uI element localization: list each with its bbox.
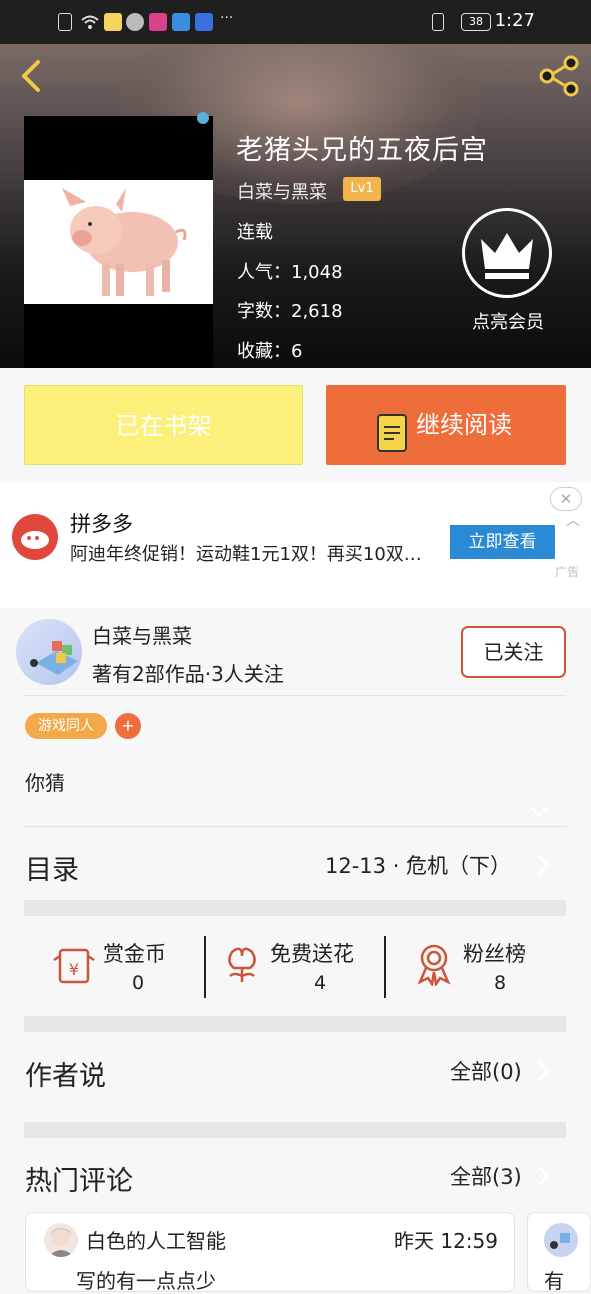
- reward-coin-label: 赏金币: [103, 942, 166, 966]
- vip-crown-button[interactable]: [462, 208, 552, 298]
- book-favorites: 收藏：6: [237, 341, 303, 362]
- book-popularity: 人气：1,048: [237, 262, 343, 283]
- expand-intro-icon[interactable]: [529, 797, 549, 817]
- book-intro: 你猜: [25, 771, 65, 795]
- vip-label[interactable]: 点亮会员: [460, 308, 556, 334]
- chevron-right-icon[interactable]: [529, 1166, 549, 1186]
- book-header: 老猪头兄的五夜后宫 白菜与黑菜 Lv1 连载 人气：1,048 字数：2,618…: [0, 44, 591, 368]
- free-flower-label: 免费送花: [270, 942, 354, 966]
- commenter-avatar[interactable]: [44, 1223, 78, 1257]
- hot-comments-all[interactable]: 全部(3): [450, 1161, 522, 1191]
- continue-reading-label: 继续阅读: [416, 411, 512, 439]
- status-bar: ··· 38 1:27: [0, 0, 591, 44]
- follow-button[interactable]: 已关注: [461, 626, 566, 678]
- book-title: 老猪头兄的五夜后宫: [236, 135, 488, 166]
- commenter-name[interactable]: 白色的人工智能: [86, 1225, 226, 1254]
- notification-icon: [58, 13, 72, 31]
- svg-text:¥: ¥: [69, 960, 79, 979]
- fan-ranking-label: 粉丝榜: [463, 942, 526, 966]
- flower-icon: [228, 947, 256, 982]
- fan-ranking-value: 8: [493, 972, 507, 994]
- baidu-app-icon: [195, 13, 213, 31]
- back-icon[interactable]: [10, 54, 54, 98]
- ad-banner[interactable]: 拼多多 阿迪年终促销！运动鞋1元1双！再买10双… 立即查看 ✕ ︿: [0, 482, 591, 608]
- wechat-icon: [126, 13, 144, 31]
- vibrate-icon: [432, 13, 444, 31]
- book-author[interactable]: 白菜与黑菜: [237, 178, 327, 204]
- crown-icon: [481, 233, 533, 279]
- author-avatar[interactable]: [16, 619, 82, 685]
- author-says-all[interactable]: 全部(0): [450, 1056, 522, 1086]
- level-badge: Lv1: [343, 177, 381, 201]
- pinduoduo-logo-icon: [12, 514, 58, 560]
- chevron-right-icon[interactable]: [529, 855, 549, 875]
- divider: [384, 936, 386, 998]
- comment-card[interactable]: 白色的人工智能 昨天 12:59 写的有一点点少: [25, 1212, 515, 1293]
- wifi-icon: [80, 13, 99, 31]
- battery-icon: 38: [461, 13, 491, 31]
- ad-text: 阿迪年终促销！运动鞋1元1双！再买10双…: [70, 544, 422, 565]
- update-dot: [197, 112, 209, 124]
- author-says-title[interactable]: 作者说: [25, 1054, 106, 1093]
- reward-coin-value: 0: [131, 972, 145, 994]
- browser-app-icon: [172, 13, 190, 31]
- commenter-avatar[interactable]: [544, 1223, 578, 1257]
- medal-icon: [417, 944, 451, 986]
- clock: 1:27: [494, 10, 535, 31]
- author-name[interactable]: 白菜与黑菜: [92, 620, 192, 649]
- pig-illustration: [62, 188, 187, 296]
- more-notifications-icon: ···: [220, 10, 234, 26]
- comment-card[interactable]: 有: [527, 1212, 591, 1293]
- cover-image: [24, 180, 213, 304]
- divider: [24, 695, 566, 696]
- chevron-right-icon[interactable]: [529, 1061, 549, 1081]
- book-cover[interactable]: [24, 112, 213, 368]
- share-icon[interactable]: [535, 52, 583, 100]
- catalog-title[interactable]: 目录: [25, 848, 79, 887]
- ad-view-button[interactable]: 立即查看: [450, 525, 555, 559]
- book-status: 连载: [237, 222, 273, 243]
- in-bookshelf-button[interactable]: 已在书架: [24, 385, 303, 465]
- ad-brand: 拼多多: [70, 512, 133, 536]
- ad-label: 广告: [555, 565, 580, 579]
- divider: [24, 826, 566, 827]
- free-flower-value: 4: [313, 972, 327, 994]
- video-app-icon: [149, 13, 167, 31]
- hot-comments-title[interactable]: 热门评论: [25, 1159, 133, 1198]
- book-icon: [376, 405, 408, 452]
- catalog-latest-chapter[interactable]: 12-13 · 危机（下）: [325, 850, 511, 880]
- continue-reading-button[interactable]: 继续阅读: [326, 385, 566, 465]
- author-stats: 著有2部作品·3人关注: [92, 662, 284, 686]
- section-separator: [24, 1016, 566, 1032]
- ad-close-icon[interactable]: ✕: [550, 487, 582, 511]
- add-tag-button[interactable]: +: [115, 713, 141, 739]
- section-separator: [24, 1122, 566, 1138]
- divider: [204, 936, 206, 998]
- genre-tag[interactable]: 游戏同人: [25, 713, 107, 739]
- comment-time: 昨天 12:59: [394, 1229, 498, 1253]
- book-word-count: 字数：2,618: [237, 301, 343, 322]
- app-notification-icon: [104, 13, 122, 31]
- coin-envelope-icon: ¥: [53, 948, 95, 984]
- section-separator: [24, 900, 566, 916]
- ad-collapse-icon[interactable]: ︿: [566, 510, 580, 530]
